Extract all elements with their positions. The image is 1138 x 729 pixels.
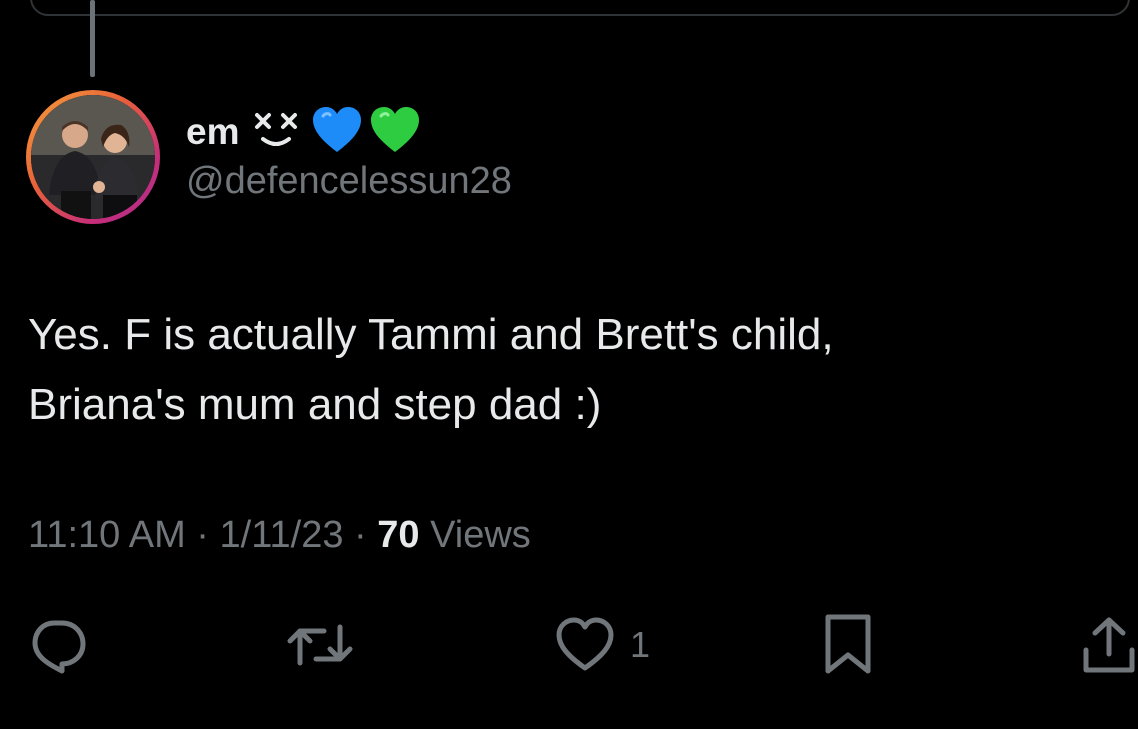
- avatar[interactable]: [31, 95, 155, 219]
- author-handle[interactable]: @defencelessun28: [186, 160, 512, 203]
- tweet-date[interactable]: 1/11/23: [220, 514, 344, 556]
- retweet-icon: [284, 615, 356, 675]
- views-label[interactable]: Views: [430, 514, 531, 556]
- blue-heart-icon: [311, 106, 363, 159]
- views-count[interactable]: 70: [377, 514, 419, 556]
- author-name-row[interactable]: em: [186, 104, 421, 160]
- like-button[interactable]: 1: [554, 610, 650, 680]
- retweet-button[interactable]: [284, 610, 356, 680]
- bookmark-button[interactable]: [820, 610, 876, 680]
- heart-outline-icon: [554, 616, 616, 674]
- avatar-story-ring[interactable]: [26, 90, 160, 224]
- tweet-time[interactable]: 11:10 AM: [28, 514, 186, 556]
- tweet-text-line: Briana's mum and step dad :): [28, 380, 602, 429]
- green-heart-icon: [369, 106, 421, 159]
- tweet-text-line: Yes. F is actually Tammi and Brett's chi…: [28, 310, 834, 359]
- bookmark-icon: [820, 613, 876, 677]
- author-display-name[interactable]: em: [186, 111, 239, 153]
- meta-separator: ·: [354, 514, 367, 556]
- tweet-body: Yes. F is actually Tammi and Brett's chi…: [28, 300, 1108, 440]
- reply-button[interactable]: [28, 610, 88, 680]
- share-icon: [1080, 614, 1138, 676]
- reply-icon: [28, 615, 88, 675]
- tweet-meta-row: 11:10 AM · 1/11/23 · 70 Views: [28, 514, 531, 557]
- meta-separator: ·: [196, 514, 209, 556]
- like-count: 1: [630, 624, 651, 665]
- share-button[interactable]: [1080, 610, 1138, 680]
- thread-connector-line: [90, 0, 95, 77]
- quoted-tweet-card-edge[interactable]: [30, 0, 1130, 16]
- tweet-actions-bar: 1: [0, 610, 1138, 680]
- face-crossed-eyes-emoji-icon: [253, 105, 305, 160]
